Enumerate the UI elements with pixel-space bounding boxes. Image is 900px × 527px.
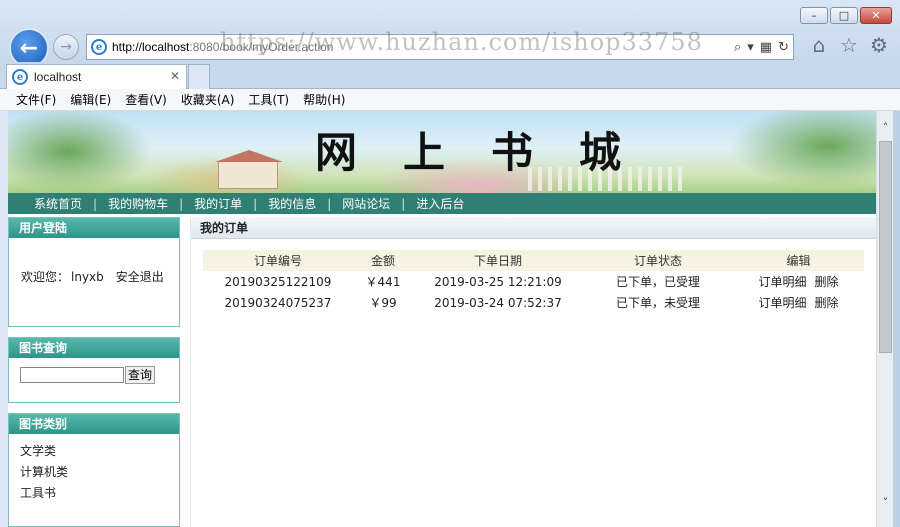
tab-ie-icon: e: [12, 69, 28, 85]
tab-title: localhost: [34, 70, 82, 84]
category-panel-title: 图书类别: [9, 414, 179, 434]
order-date: 2019-03-25 12:21:09: [434, 274, 562, 289]
order-amount: ￥441: [365, 275, 401, 289]
browser-chrome: – □ ✕ ← → e http://localhost:8080/book/m…: [0, 0, 900, 68]
address-bar[interactable]: e http://localhost:8080/book/myOrder.act…: [86, 34, 794, 60]
search-icon[interactable]: ⌕: [734, 40, 741, 55]
col-date: 下单日期: [413, 250, 583, 271]
minimize-button[interactable]: –: [800, 7, 828, 24]
nav-admin[interactable]: 进入后台: [416, 195, 464, 212]
nav-my-info[interactable]: 我的信息: [268, 195, 316, 212]
tab-strip: e localhost ✕: [0, 62, 900, 89]
col-status: 订单状态: [583, 250, 733, 271]
tab-localhost[interactable]: e localhost ✕: [6, 64, 187, 89]
home-icon[interactable]: ⌂: [808, 33, 830, 57]
table-header-row: 订单编号 金额 下单日期 订单状态 编辑: [203, 250, 864, 271]
logout-link[interactable]: 安全退出: [116, 270, 164, 284]
nav-forum[interactable]: 网站论坛: [342, 195, 390, 212]
refresh-icon[interactable]: ↻: [778, 40, 789, 55]
book-search-input[interactable]: [20, 367, 124, 383]
welcome-line: 欢迎您： lnyxb 安全退出: [21, 268, 164, 285]
order-id: 20190325122109: [224, 274, 332, 289]
menu-view[interactable]: 查看(V): [125, 91, 167, 108]
forward-arrow-icon: →: [60, 39, 72, 55]
menu-bar: 文件(F) 编辑(E) 查看(V) 收藏夹(A) 工具(T) 帮助(H): [0, 89, 900, 111]
banner-house-graphic: [215, 150, 283, 189]
url-host: http://localhost: [112, 40, 190, 54]
order-detail-link[interactable]: 订单明细: [758, 275, 806, 289]
scroll-down-icon[interactable]: ˅: [877, 494, 894, 511]
welcome-text: 欢迎您：: [21, 270, 70, 284]
category-item[interactable]: 工具书: [20, 486, 68, 507]
search-button[interactable]: 查询: [125, 366, 156, 384]
back-arrow-icon: ←: [19, 35, 39, 61]
order-actions: 订单明细 删除: [733, 292, 864, 313]
site-title: 网上书城: [292, 119, 644, 180]
col-edit: 编辑: [733, 250, 864, 271]
order-status: 已下单，已受理: [615, 275, 700, 289]
menu-edit[interactable]: 编辑(E): [70, 91, 111, 108]
site-nav: 系统首页 | 我的购物车 | 我的订单 | 我的信息 | 网站论坛 | 进入后台: [8, 193, 876, 214]
vertical-scrollbar[interactable]: ˄ ˅: [876, 111, 893, 527]
order-delete-link[interactable]: 删除: [815, 296, 839, 310]
table-row: 20190325122109 ￥441 2019-03-25 12:21:09 …: [203, 271, 864, 292]
url-path: :8080/book/myOrder.action: [189, 40, 334, 54]
login-panel-title: 用户登陆: [9, 218, 179, 238]
col-order-id: 订单编号: [203, 250, 353, 271]
order-actions: 订单明细 删除: [733, 271, 864, 292]
login-panel: 用户登陆 欢迎您： lnyxb 安全退出: [8, 217, 180, 327]
scroll-thumb[interactable]: [879, 141, 892, 353]
forward-button[interactable]: →: [53, 34, 79, 60]
menu-file[interactable]: 文件(F): [16, 91, 56, 108]
scroll-up-icon[interactable]: ˄: [877, 119, 894, 136]
site-title-char: 网: [314, 128, 357, 177]
favorites-star-icon[interactable]: ☆: [838, 33, 860, 57]
ie-logo-icon: e: [91, 39, 107, 55]
order-status: 已下单，未受理: [615, 296, 700, 310]
order-amount: ￥99: [369, 296, 397, 310]
table-row: 20190324075237 ￥99 2019-03-24 07:52:37 已…: [203, 292, 864, 313]
maximize-button[interactable]: □: [830, 7, 858, 24]
nav-my-orders[interactable]: 我的订单: [194, 195, 242, 212]
username: lnyxb: [71, 270, 104, 284]
browser-toolbar: ⌂ ☆ ⚙: [808, 33, 890, 57]
category-item[interactable]: 文学类: [20, 444, 68, 465]
web-page: 网上书城 系统首页 | 我的购物车 | 我的订单 | 我的信息 | 网站论坛 | 进入后台…: [8, 111, 876, 527]
book-search-panel: 图书查询 查询: [8, 337, 180, 403]
order-detail-link[interactable]: 订单明细: [758, 296, 806, 310]
dropdown-icon[interactable]: ▾: [747, 40, 754, 55]
site-title-char: 上: [402, 128, 445, 177]
site-banner: 网上书城: [8, 111, 876, 193]
window-controls: – □ ✕: [800, 7, 892, 24]
order-delete-link[interactable]: 删除: [815, 275, 839, 289]
close-window-button[interactable]: ✕: [860, 7, 892, 24]
search-row: 查询: [20, 366, 156, 384]
nav-home[interactable]: 系统首页: [34, 195, 82, 212]
order-id: 20190324075237: [224, 295, 332, 310]
book-category-panel: 图书类别 文学类 计算机类 工具书: [8, 413, 180, 527]
gear-icon[interactable]: ⚙: [868, 33, 890, 57]
menu-favorites[interactable]: 收藏夹(A): [181, 91, 235, 108]
new-tab-button[interactable]: [188, 64, 210, 89]
category-item[interactable]: 计算机类: [20, 465, 68, 486]
url-text[interactable]: http://localhost:8080/book/myOrder.actio…: [112, 40, 333, 54]
category-list: 文学类 计算机类 工具书: [20, 444, 68, 507]
window-frame: [893, 111, 900, 527]
nav-cart[interactable]: 我的购物车: [108, 195, 168, 212]
col-amount: 金额: [353, 250, 413, 271]
orders-table: 订单编号 金额 下单日期 订单状态 编辑 20190325122109 ￥441…: [203, 250, 864, 313]
compat-view-icon[interactable]: ▦: [760, 40, 772, 55]
order-date: 2019-03-24 07:52:37: [434, 295, 562, 310]
address-tools: ⌕ ▾ ▦ ↻: [734, 37, 789, 57]
close-icon[interactable]: ✕: [170, 69, 180, 83]
menu-help[interactable]: 帮助(H): [303, 91, 345, 108]
site-title-char: 书: [490, 128, 533, 177]
search-panel-title: 图书查询: [9, 338, 179, 358]
menu-tools[interactable]: 工具(T): [248, 91, 289, 108]
orders-section: 我的订单 订单编号 金额 下单日期 订单状态 编辑 20190325122109…: [190, 217, 876, 527]
site-title-char: 城: [578, 128, 621, 177]
section-title: 我的订单: [191, 217, 876, 239]
